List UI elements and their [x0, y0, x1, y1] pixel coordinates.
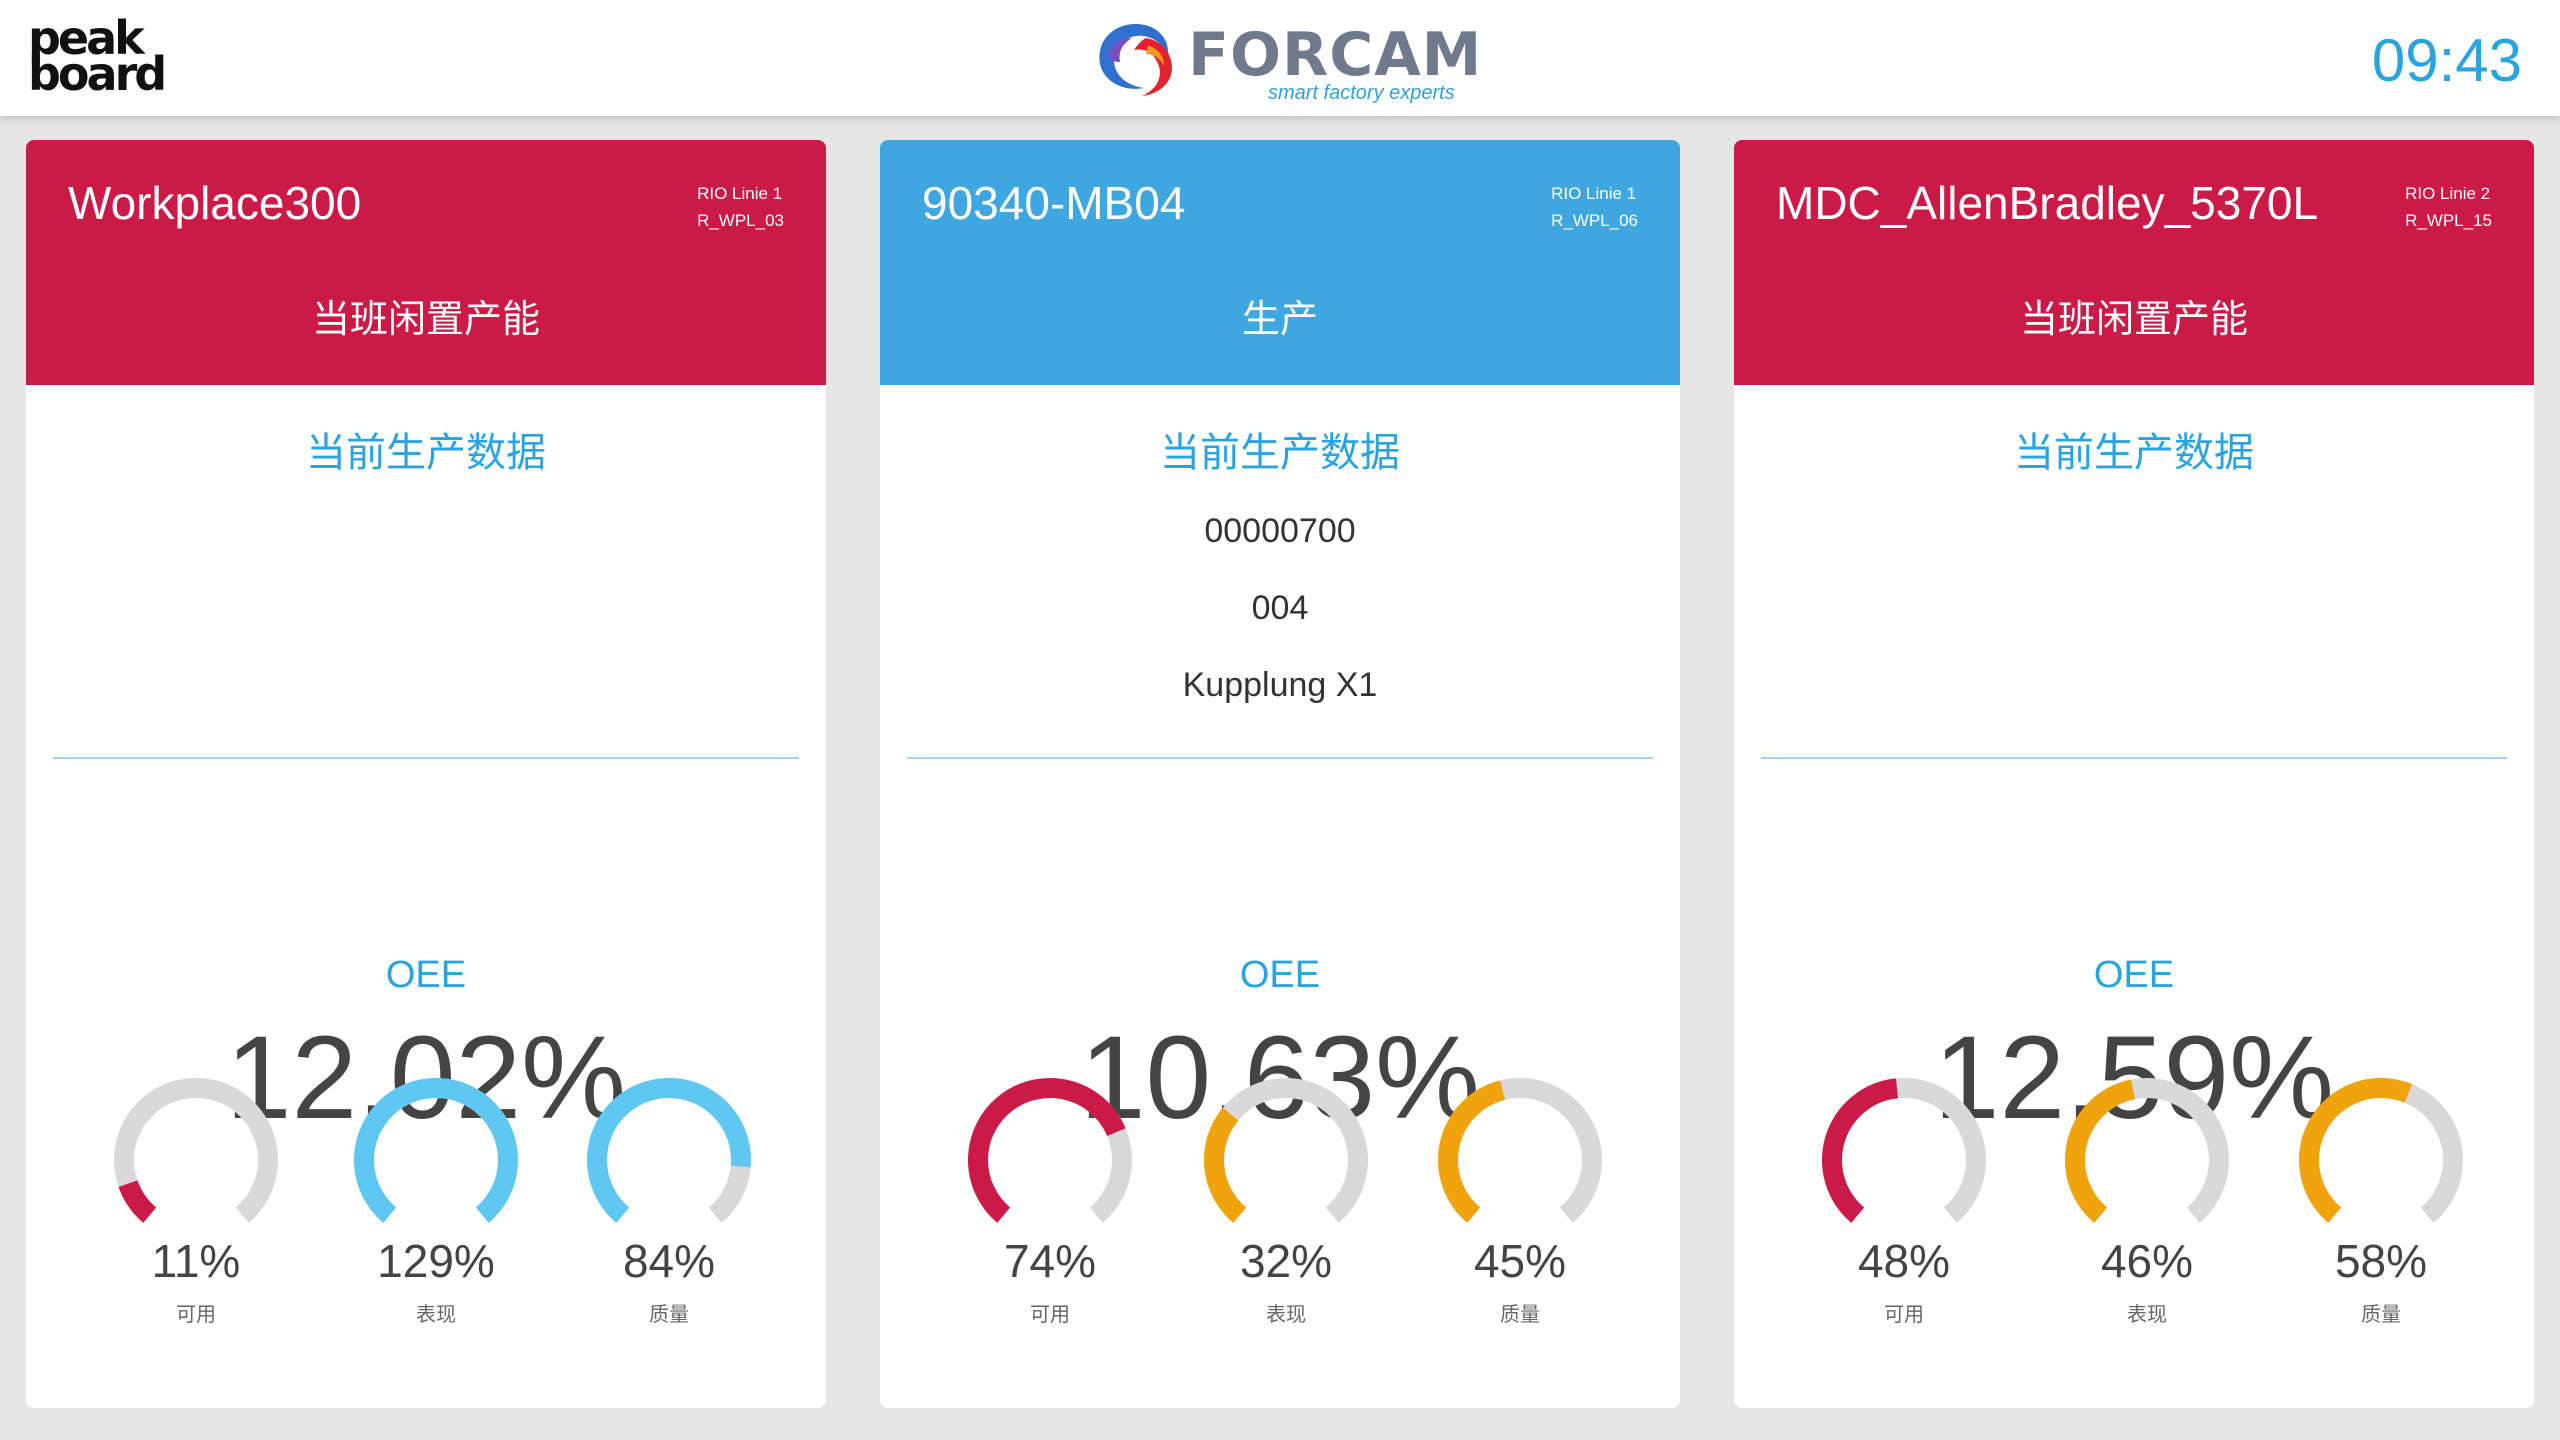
- oee-label: OEE: [385, 954, 467, 996]
- forcam-swirl-icon: [1099, 24, 1172, 96]
- gauge-track: [114, 1078, 278, 1223]
- workplace-status: 当班闲置产能: [311, 299, 540, 341]
- workplace-line: RIO Linie 1: [1551, 184, 1637, 203]
- gauge-value: 46%: [2100, 1235, 2194, 1287]
- gauge-label: 质量: [1500, 1304, 1540, 1326]
- gauge-performance: 46% 表现: [2057, 1070, 2237, 1330]
- oee-label: OEE: [2093, 954, 2175, 996]
- gauge-ring: [114, 1078, 278, 1223]
- gauge-quality: 45% 质量: [1430, 1070, 1610, 1330]
- gauge-fill: [2299, 1078, 2413, 1223]
- gauge-label: 质量: [2361, 1304, 2401, 1326]
- workplace-status: 生产: [1241, 299, 1318, 341]
- gauge-ring: [968, 1078, 1132, 1223]
- gauge-value: 45%: [1473, 1235, 1567, 1287]
- section-title-production-data: 当前生产数据: [1160, 431, 1400, 475]
- divider: [1761, 757, 2507, 759]
- workplace-name: MDC_AllenBradley_5370L: [1776, 177, 2319, 229]
- workplace-name: Workplace300: [68, 177, 362, 229]
- workplace-meta: RIO Linie 2 R_WPL_15: [2405, 180, 2492, 234]
- gauge-ring: [1204, 1078, 1368, 1223]
- gauge-fill: [587, 1078, 751, 1223]
- section-title-production-data: 当前生产数据: [2014, 431, 2254, 475]
- gauge-track: [1204, 1078, 1368, 1223]
- oee-label: OEE: [1239, 954, 1321, 996]
- gauge-value: 129%: [377, 1235, 495, 1287]
- gauge-quality: 84% 质量: [579, 1070, 759, 1330]
- workplace-status: 当班闲置产能: [2019, 299, 2248, 341]
- divider: [907, 757, 1653, 759]
- gauge-ring: [354, 1078, 518, 1223]
- gauge-label: 可用: [1030, 1304, 1070, 1326]
- gauge-fill: [118, 1180, 157, 1223]
- card-header: MDC_AllenBradley_5370L RIO Linie 2 R_WPL…: [1734, 140, 2534, 385]
- workplace-card: 90340-MB04 RIO Linie 1 R_WPL_06 生产 当前生产数…: [880, 140, 1680, 1408]
- gauge-performance: 32% 表现: [1196, 1070, 1376, 1330]
- gauge-quality: 58% 质量: [2291, 1070, 2471, 1330]
- gauge-label: 可用: [1884, 1304, 1924, 1326]
- workplace-card: Workplace300 RIO Linie 1 R_WPL_03 当班闲置产能…: [26, 140, 826, 1408]
- workplace-card: MDC_AllenBradley_5370L RIO Linie 2 R_WPL…: [1734, 140, 2534, 1408]
- gauge-value: 74%: [1003, 1235, 1097, 1287]
- gauge-label: 表现: [416, 1304, 456, 1326]
- gauge-fill: [1438, 1080, 1506, 1223]
- workplace-code: R_WPL_06: [1551, 211, 1638, 230]
- gauge-performance: 129% 表现: [346, 1070, 526, 1330]
- forcam-wordmark: FORCAM: [1188, 20, 1483, 90]
- gauge-fill: [1822, 1078, 1899, 1223]
- gauge-ring: [2299, 1078, 2463, 1223]
- gauge-ring: [2065, 1078, 2229, 1223]
- gauge-value: 32%: [1239, 1235, 1333, 1287]
- gauge-availability: 11% 可用: [106, 1070, 286, 1330]
- workplace-meta: RIO Linie 1 R_WPL_06: [1551, 180, 1638, 234]
- gauge-label: 可用: [176, 1304, 216, 1326]
- gauge-fill: [968, 1078, 1126, 1223]
- top-bar: peak board FORCAM smart factory experts …: [0, 0, 2560, 118]
- divider: [53, 757, 799, 759]
- gauge-ring: [1438, 1078, 1602, 1223]
- gauge-fill: [2065, 1079, 2136, 1223]
- material-name: Kupplung X1: [1182, 666, 1378, 704]
- workplace-name: 90340-MB04: [922, 177, 1186, 229]
- workplace-meta: RIO Linie 1 R_WPL_03: [697, 180, 784, 234]
- operation-number: 004: [1251, 589, 1309, 627]
- gauge-value: 11%: [151, 1235, 241, 1287]
- card-header: 90340-MB04 RIO Linie 1 R_WPL_06 生产: [880, 140, 1680, 385]
- gauge-value: 48%: [1857, 1235, 1951, 1287]
- gauge-label: 质量: [649, 1304, 689, 1326]
- gauge-label: 表现: [2127, 1304, 2167, 1326]
- workplace-line: RIO Linie 1: [697, 184, 783, 203]
- gauge-fill: [354, 1078, 518, 1223]
- forcam-logo: FORCAM smart factory experts: [1088, 14, 1488, 106]
- clock: 09:43: [2371, 27, 2522, 94]
- gauge-availability: 48% 可用: [1814, 1070, 1994, 1330]
- gauge-availability: 74% 可用: [960, 1070, 1140, 1330]
- gauge-fill: [1204, 1107, 1247, 1223]
- forcam-tagline: smart factory experts: [1268, 82, 1455, 104]
- workplace-line: RIO Linie 2: [2405, 184, 2491, 203]
- gauge-value: 58%: [2334, 1235, 2428, 1287]
- gauge-label: 表现: [1266, 1304, 1306, 1326]
- gauge-ring: [587, 1078, 751, 1223]
- workplace-code: R_WPL_03: [697, 211, 784, 230]
- order-number: 00000700: [1204, 512, 1356, 550]
- section-title-production-data: 当前生产数据: [306, 431, 546, 475]
- gauge-ring: [1822, 1078, 1986, 1223]
- peakboard-logo-line-2: board: [28, 47, 167, 101]
- gauge-value: 84%: [622, 1235, 716, 1287]
- workplace-code: R_WPL_15: [2405, 211, 2492, 230]
- card-header: Workplace300 RIO Linie 1 R_WPL_03 当班闲置产能: [26, 140, 826, 385]
- peakboard-logo: peak board: [28, 15, 167, 101]
